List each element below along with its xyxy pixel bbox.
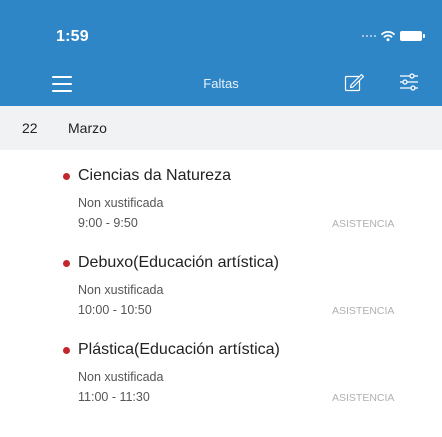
edit-button[interactable] [343,71,365,93]
absence-kind: ASISTENCIA [332,305,395,317]
absence-time: 11:00 - 11:30 [78,390,150,404]
absence-status: Non xustificada [78,370,164,384]
absence-list: Ciencias da Natureza Non xustificada 9:0… [0,150,442,411]
absence-time: 9:00 - 9:50 [78,216,138,230]
absence-item[interactable]: Plástica(Educación artística) Non xustif… [0,324,442,411]
status-bar-time: 1:59 [56,28,89,45]
absence-status: Non xustificada [78,196,164,210]
unjustified-dot-icon [63,347,70,354]
absence-item[interactable]: Ciencias da Natureza Non xustificada 9:0… [0,150,442,237]
date-day: 22 [22,120,38,136]
date-section-header: 22 Marzo [0,106,442,150]
signal-icon [362,35,376,37]
absence-subject: Plástica(Educación artística) [78,341,280,358]
unjustified-dot-icon [63,173,70,180]
wifi-icon [381,31,395,42]
status-bar-indicators [362,30,425,42]
menu-button[interactable] [52,76,72,92]
date-month: Marzo [68,120,107,136]
absence-kind: ASISTENCIA [332,392,395,404]
absence-kind: ASISTENCIA [332,218,395,230]
battery-icon [400,31,425,41]
absence-item[interactable]: Debuxo(Educación artística) Non xustific… [0,237,442,324]
absence-subject: Ciencias da Natureza [78,167,231,184]
absence-status: Non xustificada [78,283,164,297]
unjustified-dot-icon [63,260,70,267]
filter-button[interactable] [398,71,420,93]
app-bar: 1:59 Faltas [0,0,442,106]
absence-subject: Debuxo(Educación artística) [78,254,279,271]
absence-time: 10:00 - 10:50 [78,303,152,317]
